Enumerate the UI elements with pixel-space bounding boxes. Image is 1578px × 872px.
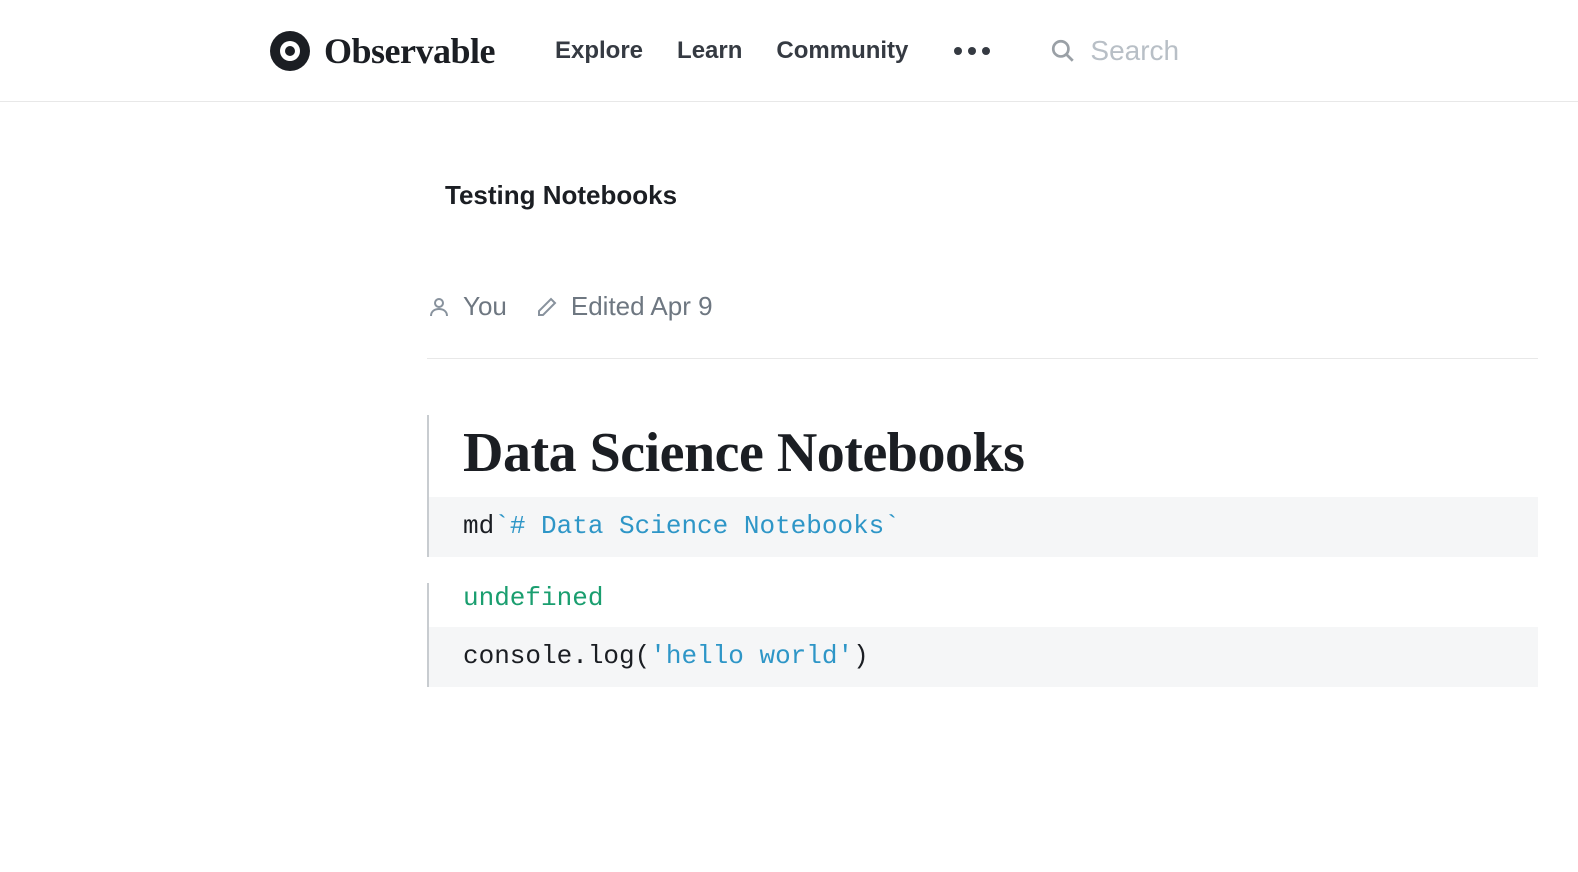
header: Observable Explore Learn Community Searc… xyxy=(0,0,1578,102)
pencil-icon xyxy=(535,295,559,319)
code-token-md: md xyxy=(463,511,494,541)
cell-code[interactable]: md`# Data Science Notebooks` xyxy=(429,497,1538,557)
breadcrumb[interactable]: Testing Notebooks xyxy=(445,180,1538,211)
cell-output-undefined: undefined xyxy=(429,583,1538,627)
code-token-string: 'hello world' xyxy=(650,641,853,671)
logo-icon xyxy=(270,31,310,71)
search-placeholder: Search xyxy=(1090,35,1179,67)
cell-code[interactable]: console.log('hello world') xyxy=(429,627,1538,687)
cell-output: Data Science Notebooks xyxy=(429,415,1538,497)
edited-meta[interactable]: Edited Apr 9 xyxy=(535,291,713,322)
main-nav: Explore Learn Community xyxy=(555,37,990,65)
notebook-content: Testing Notebooks You Edited Apr 9 Data … xyxy=(0,102,1578,687)
page-title: Data Science Notebooks xyxy=(463,421,1538,485)
code-token-close: ) xyxy=(853,641,869,671)
code-token-dot: . xyxy=(572,641,588,671)
more-menu-icon[interactable] xyxy=(954,47,990,55)
nav-learn[interactable]: Learn xyxy=(677,37,742,65)
logo[interactable]: Observable xyxy=(270,30,495,72)
cell-js[interactable]: undefined console.log('hello world') xyxy=(427,583,1538,687)
author-meta[interactable]: You xyxy=(427,291,507,322)
person-icon xyxy=(427,295,451,319)
divider xyxy=(427,358,1538,359)
code-token-fn: log xyxy=(588,641,635,671)
nav-community[interactable]: Community xyxy=(776,37,908,65)
search-button[interactable]: Search xyxy=(1050,35,1179,67)
cell-markdown[interactable]: Data Science Notebooks md`# Data Science… xyxy=(427,415,1538,557)
code-token-open: ( xyxy=(635,641,651,671)
author-label: You xyxy=(463,291,507,322)
meta-row: You Edited Apr 9 xyxy=(427,291,1538,322)
brand-name: Observable xyxy=(324,30,495,72)
code-token-obj: console xyxy=(463,641,572,671)
edited-label: Edited Apr 9 xyxy=(571,291,713,322)
nav-explore[interactable]: Explore xyxy=(555,37,643,65)
code-token-template: `# Data Science Notebooks` xyxy=(494,511,900,541)
search-icon xyxy=(1050,38,1076,64)
